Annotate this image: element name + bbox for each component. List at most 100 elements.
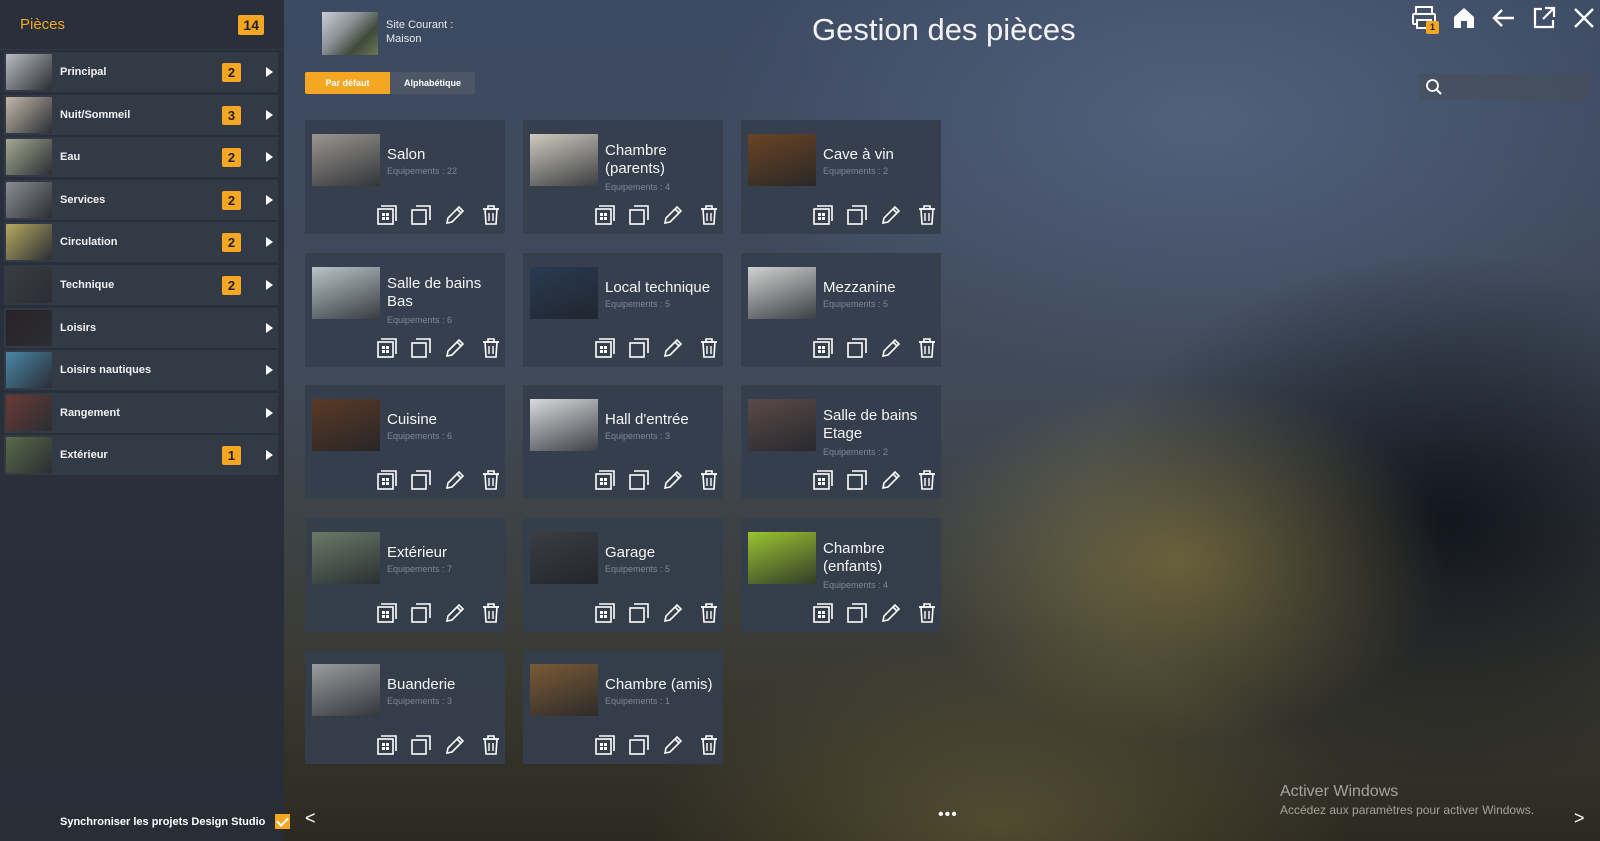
duplicate-icon[interactable] <box>846 204 868 226</box>
view-icon[interactable] <box>376 602 398 624</box>
trash-icon[interactable] <box>916 469 938 491</box>
sidebar-item[interactable]: Technique 2 <box>4 265 278 305</box>
trash-icon[interactable] <box>698 602 720 624</box>
duplicate-icon[interactable] <box>628 204 650 226</box>
trash-icon[interactable] <box>480 602 502 624</box>
edit-icon[interactable] <box>444 204 466 226</box>
duplicate-icon[interactable] <box>410 602 432 624</box>
edit-icon[interactable] <box>662 469 684 491</box>
view-icon[interactable] <box>594 469 616 491</box>
room-card[interactable]: Buanderie Equipements : 3 <box>305 650 505 764</box>
search-icon[interactable] <box>1425 78 1443 96</box>
view-icon[interactable] <box>376 337 398 359</box>
chevron-right-icon[interactable] <box>266 194 273 205</box>
sort-default-button[interactable]: Par défaut <box>305 72 390 94</box>
chevron-right-icon[interactable] <box>266 67 273 77</box>
room-card[interactable]: Chambre (enfants) Equipements : 4 <box>741 517 941 632</box>
trash-icon[interactable] <box>480 469 502 491</box>
room-card[interactable]: Cuisine Equipements : 6 <box>305 385 505 499</box>
chevron-right-icon[interactable] <box>266 109 273 120</box>
trash-icon[interactable] <box>698 204 720 226</box>
duplicate-icon[interactable] <box>846 469 868 491</box>
room-card[interactable]: Garage Equipements : 5 <box>523 517 723 632</box>
room-card[interactable]: Mezzanine Equipements : 5 <box>741 252 941 367</box>
duplicate-icon[interactable] <box>846 337 868 359</box>
view-icon[interactable] <box>594 337 616 359</box>
room-card[interactable]: Extérieur Equipements : 7 <box>305 517 505 632</box>
previous-page-button[interactable]: < <box>305 808 316 829</box>
edit-icon[interactable] <box>444 337 466 359</box>
view-icon[interactable] <box>376 734 398 756</box>
edit-icon[interactable] <box>662 602 684 624</box>
view-icon[interactable] <box>594 602 616 624</box>
edit-icon[interactable] <box>444 602 466 624</box>
sidebar-item[interactable]: Loisirs <box>4 307 278 348</box>
edit-icon[interactable] <box>880 602 902 624</box>
trash-icon[interactable] <box>480 204 502 226</box>
duplicate-icon[interactable] <box>410 337 432 359</box>
trash-icon[interactable] <box>698 734 720 756</box>
view-icon[interactable] <box>812 337 834 359</box>
sync-checkbox[interactable] <box>275 814 291 829</box>
home-icon[interactable] <box>1450 4 1478 32</box>
edit-icon[interactable] <box>444 734 466 756</box>
edit-icon[interactable] <box>662 734 684 756</box>
next-page-button[interactable]: > <box>1574 808 1585 829</box>
view-icon[interactable] <box>376 469 398 491</box>
view-icon[interactable] <box>812 469 834 491</box>
room-card[interactable]: Salle de bains Etage Equipements : 2 <box>741 385 941 499</box>
sidebar-item[interactable]: Rangement <box>4 392 278 433</box>
duplicate-icon[interactable] <box>410 469 432 491</box>
sidebar-item[interactable]: Services 2 <box>4 179 278 220</box>
room-card[interactable]: Chambre (amis) Equipements : 1 <box>523 650 723 764</box>
chevron-right-icon[interactable] <box>266 152 273 163</box>
room-card[interactable]: Salle de bains Bas Equipements : 6 <box>305 252 505 367</box>
view-icon[interactable] <box>812 204 834 226</box>
sort-alphabetical-button[interactable]: Alphabétique <box>390 72 475 94</box>
chevron-right-icon[interactable] <box>266 280 273 290</box>
edit-icon[interactable] <box>662 204 684 226</box>
trash-icon[interactable] <box>916 204 938 226</box>
duplicate-icon[interactable] <box>410 204 432 226</box>
edit-icon[interactable] <box>880 204 902 226</box>
trash-icon[interactable] <box>480 337 502 359</box>
room-card[interactable]: Hall d'entrée Equipements : 3 <box>523 385 723 499</box>
external-link-icon[interactable] <box>1530 4 1558 32</box>
room-card[interactable]: Chambre (parents) Equipements : 4 <box>523 120 723 234</box>
room-card[interactable]: Local technique Equipements : 5 <box>523 252 723 367</box>
chevron-right-icon[interactable] <box>266 365 273 376</box>
sidebar-item[interactable]: Eau 2 <box>4 137 278 178</box>
edit-icon[interactable] <box>880 469 902 491</box>
chevron-right-icon[interactable] <box>266 407 273 418</box>
duplicate-icon[interactable] <box>846 602 868 624</box>
view-icon[interactable] <box>812 602 834 624</box>
edit-icon[interactable] <box>880 337 902 359</box>
edit-icon[interactable] <box>662 337 684 359</box>
duplicate-icon[interactable] <box>628 602 650 624</box>
sidebar-item[interactable]: Circulation 2 <box>4 222 278 263</box>
duplicate-icon[interactable] <box>628 734 650 756</box>
trash-icon[interactable] <box>698 469 720 491</box>
back-arrow-icon[interactable] <box>1490 4 1518 32</box>
close-icon[interactable] <box>1570 4 1598 32</box>
chevron-right-icon[interactable] <box>266 237 273 248</box>
duplicate-icon[interactable] <box>628 337 650 359</box>
trash-icon[interactable] <box>916 602 938 624</box>
edit-icon[interactable] <box>444 469 466 491</box>
more-options-button[interactable]: ••• <box>938 806 958 824</box>
sidebar-item[interactable]: Loisirs nautiques <box>4 350 278 391</box>
sidebar-item[interactable]: Principal 2 <box>4 52 278 92</box>
trash-icon[interactable] <box>916 337 938 359</box>
room-card[interactable]: Cave à vin Equipements : 2 <box>741 120 941 234</box>
view-icon[interactable] <box>594 734 616 756</box>
room-card[interactable]: Salon Equipements : 22 <box>305 120 505 234</box>
chevron-right-icon[interactable] <box>266 450 273 461</box>
duplicate-icon[interactable] <box>410 734 432 756</box>
trash-icon[interactable] <box>698 337 720 359</box>
printer-icon[interactable]: 1 <box>1410 4 1439 34</box>
sidebar-item[interactable]: Extérieur 1 <box>4 435 278 476</box>
chevron-right-icon[interactable] <box>266 322 273 333</box>
sidebar-item[interactable]: Nuit/Sommeil 3 <box>4 94 278 135</box>
search-input[interactable] <box>1448 74 1586 100</box>
sync-design-studio[interactable]: Synchroniser les projets Design Studio <box>60 814 291 829</box>
